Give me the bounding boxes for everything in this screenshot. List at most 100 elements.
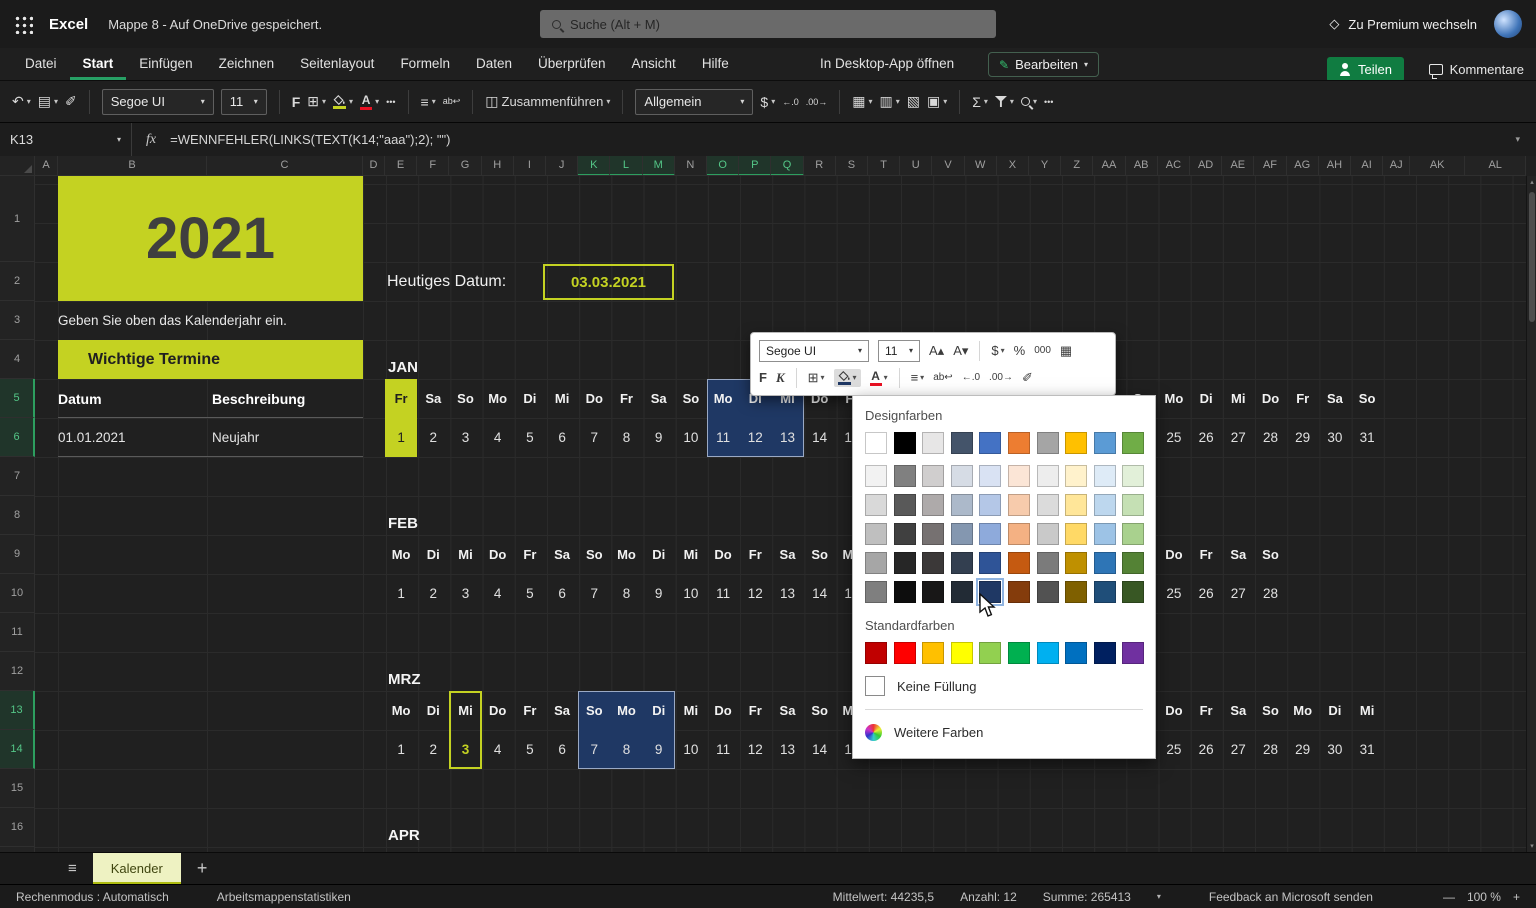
jan-day-26-weekday-cell[interactable]: Di [1190, 379, 1222, 418]
column-header-AE[interactable]: AE [1222, 156, 1255, 175]
mrz-day-9-weekday-cell[interactable]: Di [643, 691, 675, 730]
jan-day-1-number-cell[interactable]: 1 [385, 418, 418, 457]
decrease-decimal-button[interactable]: ←.0 [782, 97, 799, 107]
feb-day-2-weekday-cell[interactable]: Di [417, 535, 449, 574]
theme-color-swatch-0D0D0D[interactable] [893, 581, 916, 603]
mini-font-size-select[interactable]: 11 ▾ [878, 339, 920, 362]
share-button[interactable]: Teilen [1327, 57, 1404, 82]
jan-day-27-number-cell[interactable]: 27 [1222, 418, 1254, 457]
jan-day-11-number-cell[interactable]: 11 [707, 418, 739, 457]
standard-color-swatch-FF0000[interactable] [893, 642, 916, 664]
month-label-apr[interactable]: APR [388, 808, 420, 847]
theme-color-swatch-EDEDED[interactable] [1036, 465, 1059, 487]
mrz-day-26-number-cell[interactable]: 26 [1190, 730, 1222, 769]
feb-day-27-weekday-cell[interactable]: Sa [1222, 535, 1254, 574]
scroll-down-icon[interactable]: ▾ [1527, 842, 1536, 850]
jan-day-10-number-cell[interactable]: 10 [675, 418, 707, 457]
theme-color-swatch-E2F0D9[interactable] [1122, 465, 1145, 487]
mini-fill-color-button[interactable]: ▾ [833, 368, 861, 387]
feb-day-5-weekday-cell[interactable]: Fr [514, 535, 546, 574]
column-header-P[interactable]: P [739, 156, 772, 175]
mrz-day-9-number-cell[interactable]: 9 [643, 730, 675, 769]
column-header-Z[interactable]: Z [1061, 156, 1094, 175]
bold-button[interactable]: F [292, 94, 301, 110]
paste-button[interactable]: ▤ ▾ [38, 93, 58, 110]
mrz-day-31-weekday-cell[interactable]: Mi [1351, 691, 1383, 730]
mrz-day-11-weekday-cell[interactable]: Do [707, 691, 739, 730]
theme-color-swatch-D9E2F3[interactable] [979, 465, 1002, 487]
column-header-F[interactable]: F [417, 156, 450, 175]
standard-color-swatch-FFFF00[interactable] [950, 642, 973, 664]
jan-day-2-number-cell[interactable]: 2 [417, 418, 449, 457]
formula-input[interactable]: =WENNFEHLER(LINKS(TEXT(K14;"aaa");2); ""… [170, 132, 450, 147]
mrz-day-11-number-cell[interactable]: 11 [707, 730, 739, 769]
feb-day-3-weekday-cell[interactable]: Mi [449, 535, 481, 574]
important-dates-header-cell[interactable]: Wichtige Termine [58, 340, 363, 379]
theme-color-swatch-4472C4[interactable] [979, 432, 1002, 454]
ribbon-tab-seitenlayout[interactable]: Seitenlayout [287, 48, 387, 80]
theme-color-swatch-262626[interactable] [893, 552, 916, 574]
mini-wrap-text-button[interactable]: ab↩ [933, 372, 953, 383]
no-fill-option[interactable]: Keine Füllung [865, 672, 1143, 700]
mrz-day-12-weekday-cell[interactable]: Fr [739, 691, 771, 730]
ribbon-tab-start[interactable]: Start [70, 48, 127, 80]
row-header-1[interactable]: 1 [0, 176, 35, 262]
theme-color-swatch-FBE5D6[interactable] [1007, 465, 1030, 487]
jan-day-27-weekday-cell[interactable]: Mi [1222, 379, 1254, 418]
mrz-day-13-weekday-cell[interactable]: Sa [771, 691, 803, 730]
insert-function-icon[interactable]: fx [146, 132, 156, 148]
event-date-cell[interactable]: 01.01.2021 [58, 418, 126, 457]
autosum-button[interactable]: Σ ▾ [972, 94, 988, 110]
mrz-day-4-weekday-cell[interactable]: Do [482, 691, 514, 730]
row-header-9[interactable]: 9 [0, 535, 35, 574]
row-header-3[interactable]: 3 [0, 301, 35, 340]
theme-color-swatch-767171[interactable] [922, 523, 945, 545]
column-header-C[interactable]: C [207, 156, 363, 175]
event-description-cell[interactable]: Neujahr [212, 418, 259, 457]
mrz-day-4-number-cell[interactable]: 4 [482, 730, 514, 769]
zoom-level[interactable]: 100 % [1467, 890, 1501, 904]
mini-alignment-button[interactable]: ≡ ▾ [911, 370, 925, 385]
conditional-formatting-button[interactable]: ▦ ▾ [852, 93, 872, 110]
column-header-S[interactable]: S [836, 156, 868, 175]
ribbon-tab-formeln[interactable]: Formeln [387, 48, 463, 80]
ribbon-tab-zeichnen[interactable]: Zeichnen [206, 48, 288, 80]
column-header-B[interactable]: B [58, 156, 207, 175]
mini-number-grid-icon[interactable]: ▦ [1060, 343, 1072, 359]
feb-day-1-weekday-cell[interactable]: Mo [385, 535, 417, 574]
feb-day-12-weekday-cell[interactable]: Fr [739, 535, 771, 574]
ribbon-tab-datei[interactable]: Datei [12, 48, 70, 80]
theme-color-swatch-ED7D31[interactable] [1007, 432, 1030, 454]
column-header-I[interactable]: I [514, 156, 546, 175]
theme-color-swatch-DBDBDB[interactable] [1036, 494, 1059, 516]
column-header-AB[interactable]: AB [1126, 156, 1158, 175]
jan-day-31-number-cell[interactable]: 31 [1351, 418, 1383, 457]
column-header-Q[interactable]: Q [771, 156, 804, 175]
status-count[interactable]: Anzahl: 12 [960, 890, 1017, 904]
feb-day-5-number-cell[interactable]: 5 [514, 574, 546, 613]
theme-color-swatch-ACB9CA[interactable] [950, 494, 973, 516]
column-header-E[interactable]: E [385, 156, 418, 175]
mini-font-color-button[interactable]: A ▾ [869, 370, 888, 386]
jan-day-13-number-cell[interactable]: 13 [771, 418, 803, 457]
jan-day-30-weekday-cell[interactable]: Sa [1319, 379, 1351, 418]
feb-day-27-number-cell[interactable]: 27 [1222, 574, 1254, 613]
standard-color-swatch-92D050[interactable] [979, 642, 1002, 664]
column-header-A[interactable]: A [35, 156, 58, 175]
mrz-day-29-weekday-cell[interactable]: Mo [1287, 691, 1319, 730]
editing-mode-button[interactable]: ✎ Bearbeiten ▾ [988, 52, 1099, 77]
ribbon-tab-hilfe[interactable]: Hilfe [689, 48, 742, 80]
feb-day-11-number-cell[interactable]: 11 [707, 574, 739, 613]
description-column-header-cell[interactable]: Beschreibung [212, 379, 305, 418]
document-title[interactable]: Mappe 8 - Auf OneDrive gespeichert. [108, 17, 322, 32]
mrz-day-7-number-cell[interactable]: 7 [578, 730, 610, 769]
vertical-scrollbar[interactable]: ▴ ▾ [1526, 176, 1536, 852]
column-header-J[interactable]: J [546, 156, 579, 175]
jan-day-4-weekday-cell[interactable]: Mo [482, 379, 514, 418]
theme-color-swatch-F4B183[interactable] [1007, 523, 1030, 545]
month-label-jan[interactable]: JAN [388, 340, 418, 379]
standard-color-swatch-0070C0[interactable] [1065, 642, 1088, 664]
column-header-O[interactable]: O [707, 156, 740, 175]
feb-day-8-number-cell[interactable]: 8 [610, 574, 642, 613]
column-header-AA[interactable]: AA [1093, 156, 1126, 175]
